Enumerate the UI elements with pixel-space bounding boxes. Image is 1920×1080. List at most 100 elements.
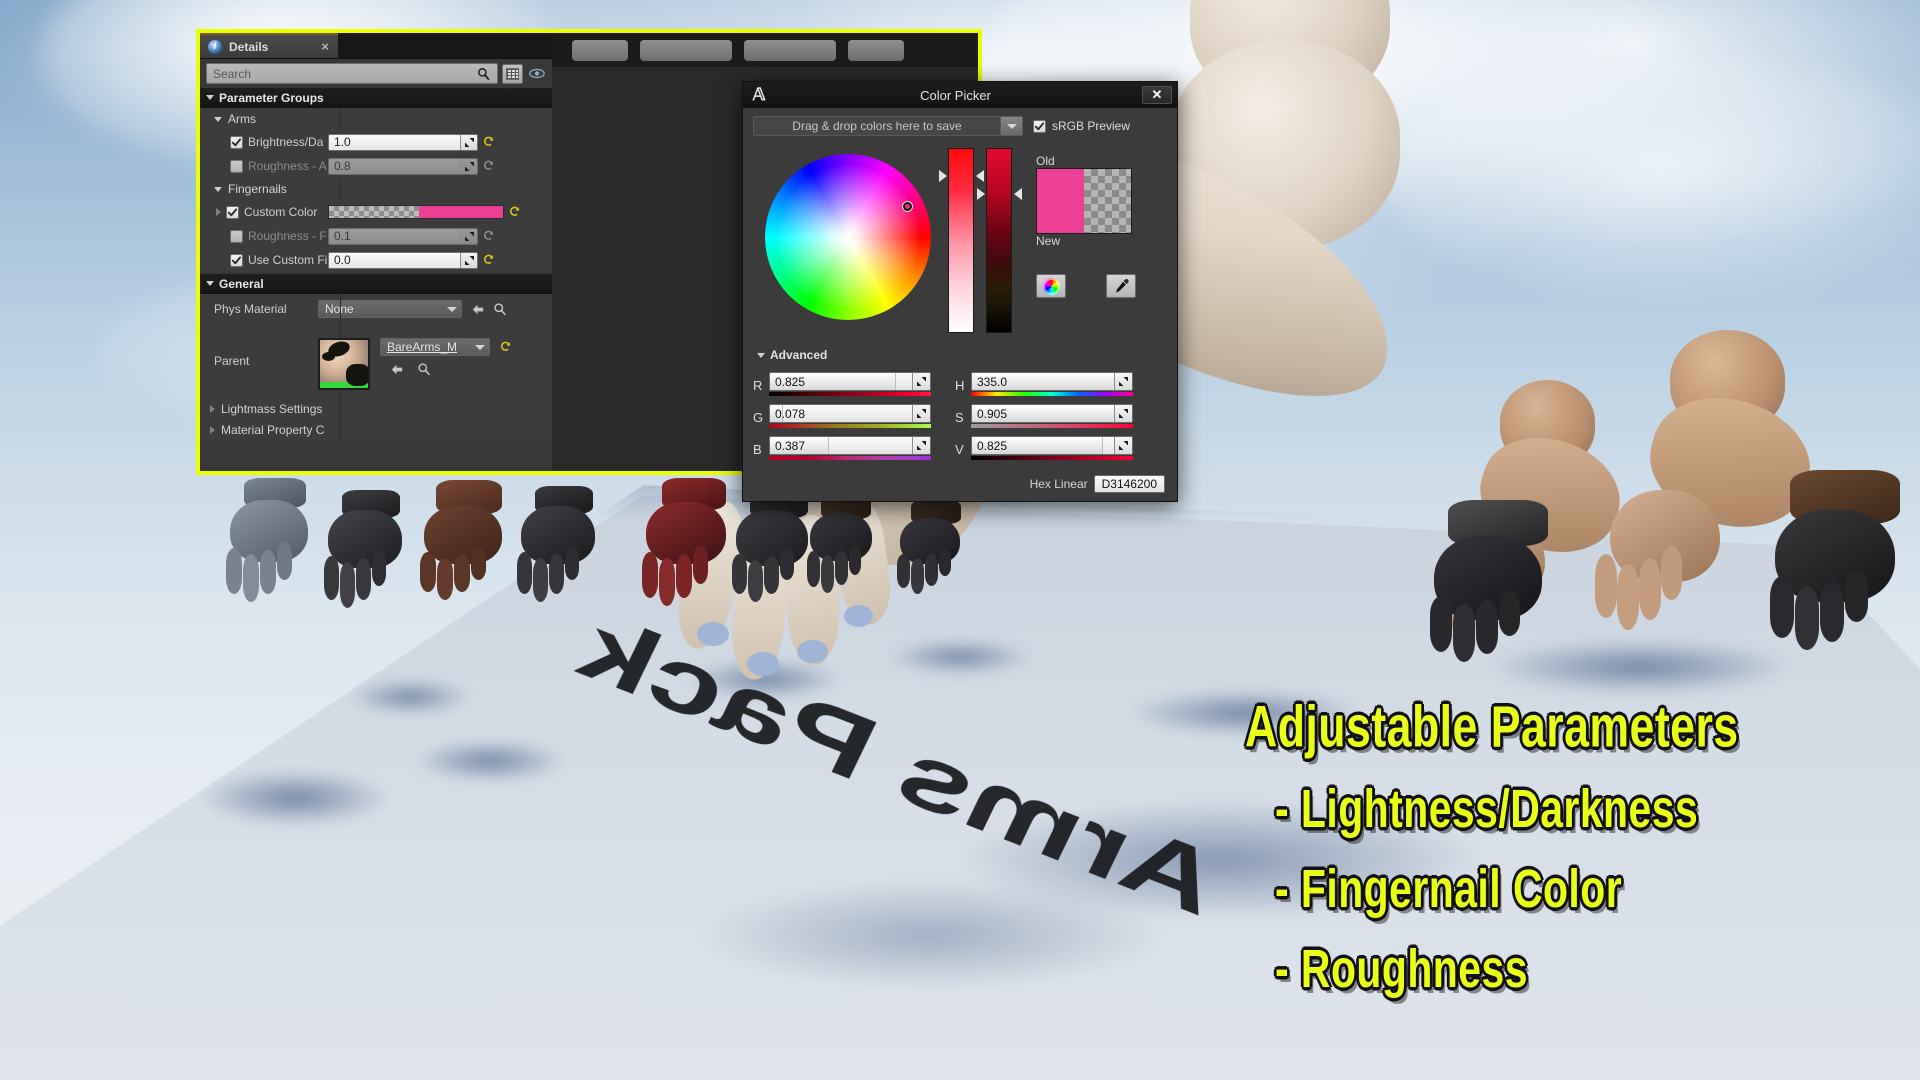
channel-s-input[interactable]: 0.905: [971, 404, 1133, 423]
channel-b-input[interactable]: 0.387: [769, 436, 931, 455]
category-general[interactable]: General: [200, 274, 552, 294]
floor-shadow: [350, 680, 470, 714]
browse-icon[interactable]: [416, 361, 432, 377]
spinner-icon[interactable]: [912, 405, 930, 422]
srgb-preview-toggle[interactable]: sRGB Preview: [1033, 119, 1130, 133]
color-wheel[interactable]: [765, 154, 931, 320]
parent-label: Parent: [214, 354, 250, 368]
brightness-value: 1.0: [334, 135, 351, 149]
spinner-icon[interactable]: [460, 134, 477, 150]
browse-icon[interactable]: [492, 301, 508, 317]
advanced-section-toggle[interactable]: Advanced: [757, 348, 827, 362]
spinner-icon[interactable]: [460, 252, 477, 268]
glove-finger: [340, 562, 355, 608]
checkbox-roughness-arms[interactable]: [230, 159, 243, 173]
eyedropper-icon[interactable]: [1106, 274, 1136, 298]
glove-finger: [748, 560, 763, 602]
eye-icon[interactable]: [527, 64, 547, 84]
glove-finger: [835, 551, 848, 585]
channel-s-gradient: [971, 424, 1133, 428]
row-custom-color: Custom Color: [200, 200, 552, 224]
hex-linear-input[interactable]: D3146200: [1093, 475, 1165, 493]
value-slider[interactable]: [986, 148, 1012, 333]
subcategory-fingernails[interactable]: Fingernails: [200, 178, 552, 200]
parent-dropdown[interactable]: BareArms_M: [380, 338, 490, 356]
chevron-right-icon[interactable]: [216, 208, 221, 216]
category-parameter-groups[interactable]: Parameter Groups: [200, 88, 552, 108]
old-new-preview: Old New: [1036, 154, 1134, 248]
channel-v-input[interactable]: 0.825: [971, 436, 1133, 455]
subcategory-arms[interactable]: Arms: [200, 108, 552, 130]
chevron-down-icon: [475, 344, 485, 350]
channel-s: S 0.905: [955, 404, 1133, 428]
tab-details[interactable]: i Details ×: [200, 33, 338, 58]
checkbox-custom-color[interactable]: [226, 205, 239, 219]
fingernail: [797, 640, 828, 663]
reset-icon[interactable]: [509, 205, 521, 219]
saturation-slider[interactable]: [948, 148, 974, 333]
spinner-icon[interactable]: [1114, 405, 1132, 422]
material-sphere-thumbnail[interactable]: [318, 338, 370, 390]
close-icon[interactable]: ✕: [1142, 86, 1172, 104]
slider-marker-icon: [1014, 188, 1022, 200]
checkbox-roughness-fingernails[interactable]: [230, 229, 243, 243]
row-use-custom-fn-value-wrap: 0.0: [328, 251, 552, 269]
color-compare-swatch[interactable]: [1036, 168, 1132, 234]
old-color-label: Old: [1036, 154, 1055, 168]
channel-h-input[interactable]: 335.0: [971, 372, 1133, 391]
checkbox-srgb-preview[interactable]: [1033, 119, 1046, 133]
spinner-icon[interactable]: [1114, 373, 1132, 390]
search-input[interactable]: Search: [206, 63, 498, 84]
color-picker-dialog: 𝔸 Color Picker ✕ Drag & drop colors here…: [742, 81, 1178, 502]
glove-finger: [517, 552, 532, 594]
spinner-icon[interactable]: [1114, 437, 1132, 454]
spinner-icon[interactable]: [912, 437, 930, 454]
close-icon[interactable]: ×: [321, 39, 329, 54]
spinner-icon[interactable]: [912, 373, 930, 390]
brightness-input[interactable]: 1.0: [328, 133, 478, 151]
chevron-down-icon[interactable]: [1000, 117, 1022, 135]
use-custom-fingernails-input[interactable]: 0.0: [328, 251, 478, 269]
roughness-fingernails-input[interactable]: 0.1: [328, 227, 478, 245]
color-wheel-cursor[interactable]: [903, 202, 912, 211]
channel-v: V 0.825: [955, 436, 1133, 460]
color-wheel-icon[interactable]: [1036, 274, 1066, 298]
back-arrow-icon[interactable]: [469, 301, 485, 317]
row-material-property-overrides[interactable]: Material Property C: [200, 419, 552, 440]
channel-g-gradient: [769, 424, 931, 428]
rgb-channels: R 0.825 G 0.078 B 0.387: [753, 372, 931, 468]
glove-finger: [780, 548, 794, 580]
color-picker-titlebar[interactable]: 𝔸 Color Picker ✕: [743, 82, 1177, 108]
toolbar-button-apply[interactable]: [744, 39, 836, 61]
channel-g-input[interactable]: 0.078: [769, 404, 931, 423]
glove-finger: [420, 552, 436, 592]
channel-b-gradient: [769, 456, 931, 460]
reset-icon[interactable]: [483, 159, 495, 173]
drag-drop-save-bar[interactable]: Drag & drop colors here to save: [753, 116, 1023, 136]
roughness-arms-input[interactable]: 0.8: [328, 157, 478, 175]
grid-view-icon[interactable]: [502, 63, 523, 84]
reset-icon[interactable]: [500, 340, 512, 354]
checkbox-brightness[interactable]: [230, 135, 243, 149]
back-arrow-icon[interactable]: [388, 361, 404, 377]
glove-finger: [1820, 582, 1844, 642]
checkbox-use-custom-fingernails[interactable]: [230, 253, 243, 267]
spinner-icon[interactable]: [460, 158, 477, 174]
floor-shadow: [200, 770, 390, 826]
channel-r-input[interactable]: 0.825: [769, 372, 931, 391]
row-lightmass-settings[interactable]: Lightmass Settings: [200, 398, 552, 419]
row-roughness-arms-label: Roughness - A: [248, 159, 327, 173]
reset-icon[interactable]: [483, 135, 495, 149]
floor-shadow: [1130, 690, 1360, 736]
custom-color-swatch[interactable]: [328, 205, 504, 219]
reset-icon[interactable]: [483, 253, 495, 267]
chevron-down-icon: [206, 95, 214, 100]
hex-linear-row: Hex Linear D3146200: [1030, 475, 1165, 493]
toolbar-button-search[interactable]: [848, 39, 904, 61]
glove-finger: [1845, 570, 1868, 622]
magnifier-icon[interactable]: [473, 64, 493, 84]
reset-icon[interactable]: [483, 229, 495, 243]
toolbar-button-browse[interactable]: [640, 39, 732, 61]
toolbar-button-save[interactable]: [572, 39, 628, 61]
spinner-icon[interactable]: [460, 228, 477, 244]
